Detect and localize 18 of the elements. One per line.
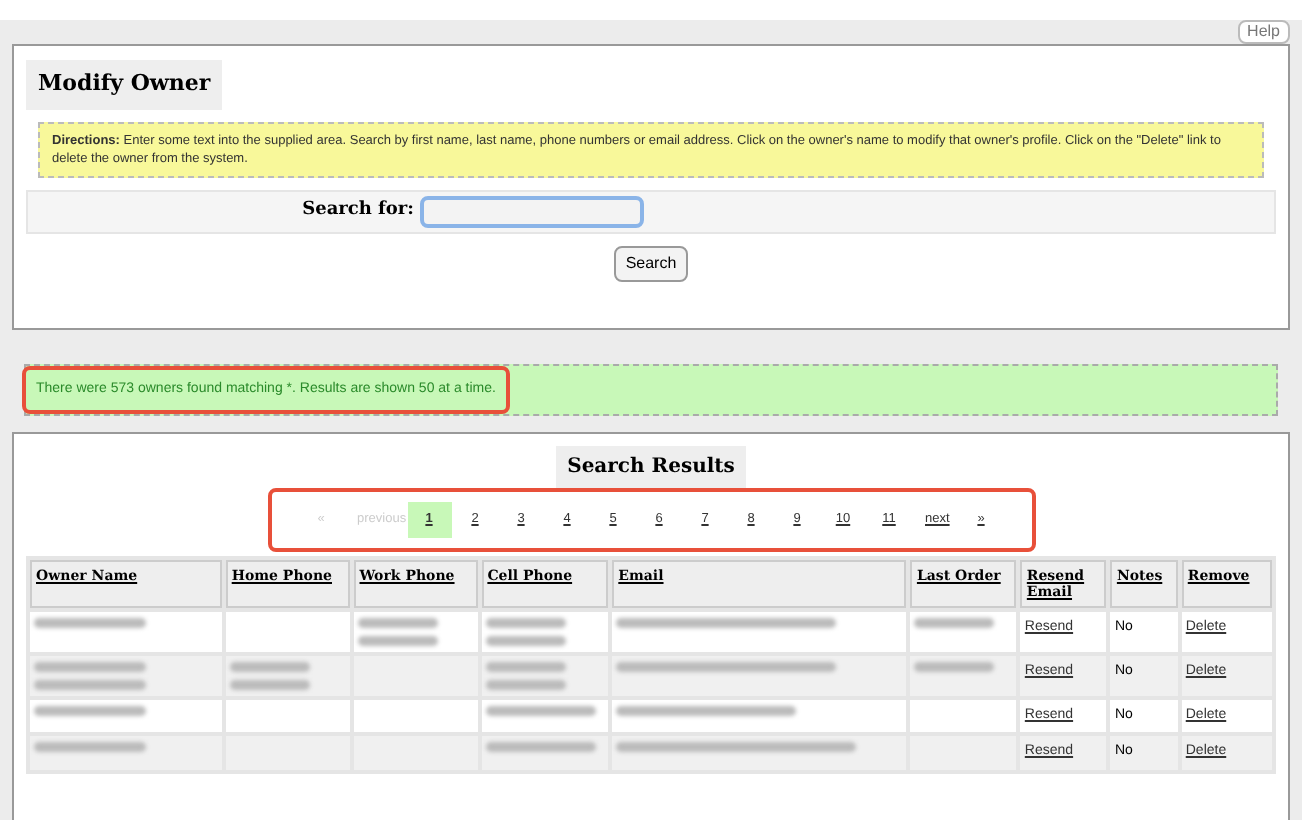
redacted-text — [34, 661, 146, 690]
redacted-text — [914, 617, 995, 628]
redacted-text — [357, 617, 438, 646]
redacted-text — [34, 617, 146, 628]
redacted-text — [485, 705, 596, 716]
search-field[interactable] — [420, 195, 644, 227]
page-title: Modify Owner — [26, 60, 223, 109]
redacted-text — [229, 661, 310, 690]
redacted-text — [914, 661, 995, 672]
results-title: Search Results — [555, 446, 747, 488]
search-button[interactable]: Search — [613, 245, 689, 281]
redacted-text — [485, 617, 566, 646]
redacted-text — [34, 705, 146, 716]
redacted-text — [485, 661, 566, 690]
redacted-text — [485, 742, 596, 753]
redacted-text — [34, 742, 146, 753]
help-button[interactable]: Help — [1237, 20, 1290, 44]
search-label: Search for: — [300, 197, 416, 224]
